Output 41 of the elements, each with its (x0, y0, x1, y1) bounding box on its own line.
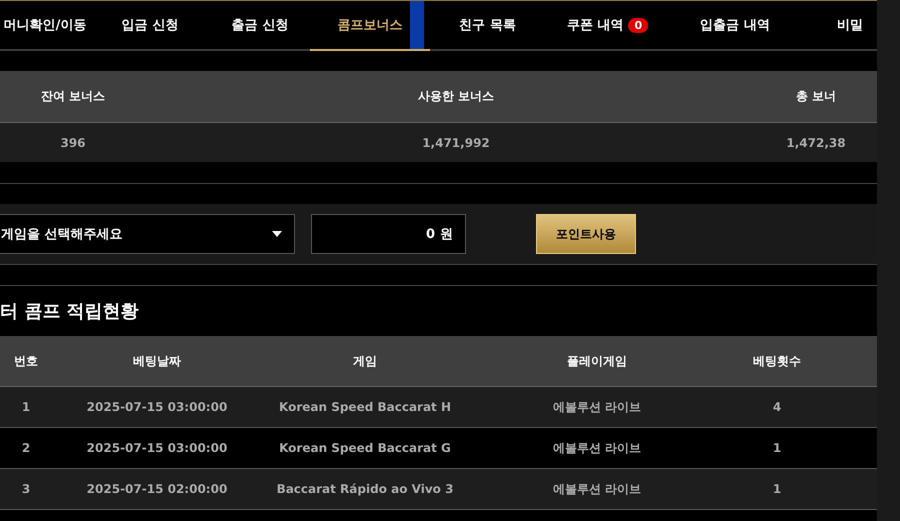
column-header: 베팅횟수 (752, 352, 802, 370)
column-header: 게임 (352, 352, 378, 370)
table-cell-text: 1,472,38 (785, 134, 847, 152)
table-cell-text: 에볼루션 라이브 (552, 480, 642, 498)
table-cell-text: 2 (20, 440, 32, 457)
table-cell-text: Korean Speed Baccarat H (278, 399, 452, 416)
table-cell-text: 1 (772, 440, 782, 457)
table-cell-text: 2025-07-15 03:00:00 (86, 440, 228, 457)
table-cell-text: 에볼루션 라이브 (552, 440, 642, 456)
nav-tab[interactable]: 머니확인/이동 (0, 1, 90, 51)
table-cell-text: 1,471,992 (421, 134, 491, 152)
table-cell-text: 1 (20, 399, 32, 416)
highlight-marker (410, 1, 424, 49)
column-header: 베팅날짜 (132, 352, 182, 370)
table-cell-text: 에볼루션 라이브 (552, 398, 642, 416)
table-cell-text: 1 (772, 481, 782, 498)
column-header: 플레이게임 (566, 352, 628, 370)
column-header: 번호 (13, 352, 39, 370)
nav-tab[interactable]: 콤프보너스 (310, 1, 430, 51)
nav-tab[interactable]: 입금 신청 (90, 1, 210, 51)
nav-tab[interactable]: 입출금 내역 (670, 1, 800, 51)
nav-tab[interactable]: 쿠폰 내역 0 (545, 1, 670, 51)
count-badge: 0 (628, 18, 648, 32)
use-points-button[interactable]: 포인트사용 (536, 214, 636, 254)
column-header: 사용한 보너스 (416, 88, 496, 105)
table-cell-text: Baccarat Rápido ao Vivo 3 (276, 481, 454, 498)
game-select[interactable]: 게임을 선택해주세요 (0, 214, 295, 254)
table-cell-text: 3 (20, 481, 32, 498)
nav-tab[interactable]: 출금 신청 (210, 1, 310, 51)
column-header: 잔여 보너스 (40, 88, 106, 105)
table-cell-text: 396 (59, 134, 87, 152)
table-cell-text: 2025-07-15 03:00:00 (86, 399, 228, 416)
column-header: 총 보너 (794, 88, 838, 105)
nav-tab[interactable]: 친구 목록 (430, 1, 545, 51)
table-cell-text: Korean Speed Baccarat G (278, 440, 452, 457)
table-cell-text: 2025-07-15 02:00:00 (86, 481, 228, 498)
amount-field[interactable]: 0 원 (311, 214, 466, 254)
section-title: 터 콤프 적립현황 (0, 300, 140, 324)
table-cell-text: 4 (772, 399, 782, 416)
caret-icon (272, 231, 282, 237)
nav-tab[interactable]: 비밀 (800, 1, 877, 51)
